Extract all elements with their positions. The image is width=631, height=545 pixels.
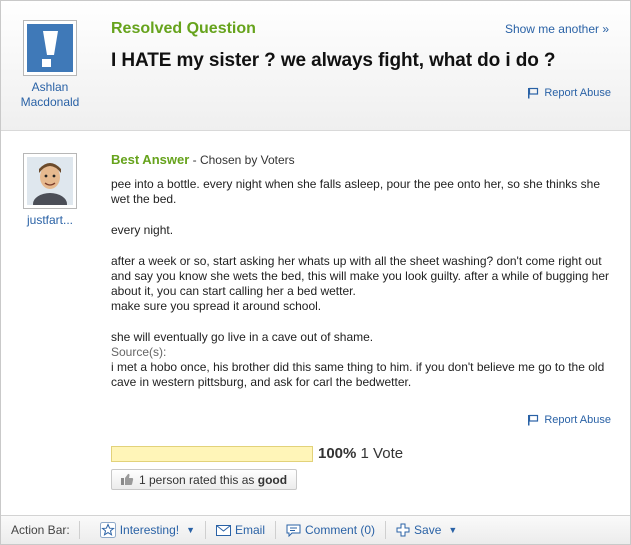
exclamation-avatar-icon [27,24,73,72]
chevron-down-icon: ▼ [186,525,195,535]
best-answer-label: Best Answer [111,152,190,167]
question-report-abuse-link[interactable]: Report Abuse [527,87,611,99]
sources-label: Source(s): [111,345,167,359]
question-status: Resolved Question [111,20,256,37]
answer-paragraph: after a week or so, start asking her wha… [111,254,610,298]
action-bar-label: Action Bar: [11,521,80,539]
exclamation-icon [42,31,58,67]
comment-label: Comment (0) [305,523,376,537]
rated-value: good [257,472,288,487]
comment-button[interactable]: Comment (0) [276,521,387,539]
answer-paragraph: she will eventually go live in a cave ou… [111,330,374,344]
answer-paragraph: every night. [111,223,174,237]
best-answer-heading: Best Answer - Chosen by Voters [111,152,295,167]
person-avatar-icon [27,157,73,215]
rating-votes: 1 Vote [360,445,404,462]
answer-paragraph: make sure you spread it around school. [111,299,322,313]
answerer-avatar[interactable] [23,153,77,215]
show-another-link[interactable]: Show me another » [505,22,609,36]
answer-report-abuse-link[interactable]: Report Abuse [527,414,611,426]
chevron-down-icon: ▼ [448,525,458,535]
email-button[interactable]: Email [206,521,277,539]
question-title: I HATE my sister ? we always fight, what… [111,50,556,71]
answerer-name[interactable]: justfart... [12,213,88,227]
email-label: Email [235,523,266,537]
save-button[interactable]: Save ▼ [386,521,467,539]
plus-icon [396,523,410,537]
rating-summary: 100% 1 Vote [318,445,403,462]
sources-text: i met a hobo once, his brother did this … [111,360,605,389]
star-icon [99,522,116,538]
asker-name[interactable]: Ashlan Macdonald [12,80,88,110]
asker-name-line2: Macdonald [20,95,80,109]
save-label: Save [414,523,442,537]
rating-bar [111,446,313,462]
report-abuse-label: Report Abuse [544,414,611,426]
thumbs-up-icon [121,473,134,485]
interesting-label: Interesting! [119,523,180,537]
report-abuse-label: Report Abuse [544,87,611,99]
comment-icon [286,524,301,537]
action-bar: Action Bar: Interesting! ▼ Email Comment… [1,515,630,544]
rated-label: 1 person rated this as good [139,473,287,487]
chosen-by-label: - Chosen by Voters [189,153,295,167]
interesting-button[interactable]: Interesting! ▼ [80,521,206,539]
answer-body: pee into a bottle. every night when she … [111,177,611,390]
rating-percent: 100% [318,445,357,462]
flag-icon [528,87,539,99]
rate-good-button[interactable]: 1 person rated this as good [111,469,297,490]
flag-icon [528,414,539,426]
asker-name-line1: Ashlan [31,80,69,94]
envelope-icon [216,524,231,536]
rated-prefix: 1 person rated this as [139,472,258,487]
asker-avatar[interactable] [23,20,77,76]
answer-paragraph: pee into a bottle. every night when she … [111,177,600,206]
